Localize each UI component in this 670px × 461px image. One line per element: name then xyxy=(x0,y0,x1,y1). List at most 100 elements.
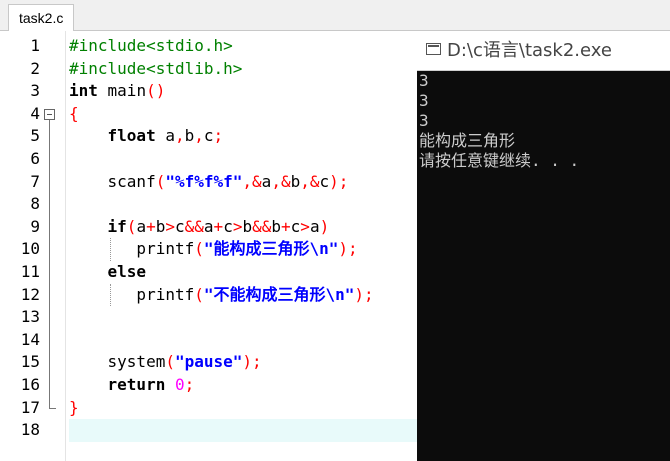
code-token: a xyxy=(136,216,147,236)
code-token: ); xyxy=(354,284,374,304)
code-token: ; xyxy=(213,126,224,146)
code-token: ,& xyxy=(271,171,291,191)
code-token: if xyxy=(107,216,127,236)
code-line[interactable]: #include<stdio.h> xyxy=(69,35,233,58)
line-number: 17 xyxy=(20,397,40,417)
code-token: , xyxy=(194,126,204,146)
code-line[interactable]: system("pause"); xyxy=(69,351,262,374)
console-output-line: 3 xyxy=(419,111,429,130)
console-output-line: 请按任意键继续. . . xyxy=(419,151,580,170)
code-line[interactable]: return 0; xyxy=(69,374,195,397)
console-window[interactable]: D:\c语言\task2.exe 3 3 3 能构成三角形 请按任意键继续. . . xyxy=(417,31,670,461)
code-token: { xyxy=(69,103,79,123)
line-number: 18 xyxy=(20,420,40,440)
fold-range-line xyxy=(49,119,50,408)
line-number: 12 xyxy=(20,284,40,304)
code-token: b xyxy=(271,216,282,236)
code-line[interactable]: #include<stdlib.h> xyxy=(69,58,242,81)
code-line[interactable]: } xyxy=(69,397,79,420)
code-token: ( xyxy=(194,239,204,259)
code-token: c xyxy=(290,216,301,236)
line-number: 6 xyxy=(30,149,40,168)
code-token: "pause" xyxy=(174,352,243,372)
console-window-icon xyxy=(426,43,441,55)
line-number: 7 xyxy=(30,171,40,191)
code-line[interactable]: else xyxy=(69,261,147,284)
code-token: } xyxy=(69,397,79,417)
code-token: a xyxy=(261,171,272,191)
fold-toggle-icon[interactable] xyxy=(44,108,55,120)
code-token: + xyxy=(146,216,156,236)
code-token: printf xyxy=(69,284,195,304)
line-number: 16 xyxy=(20,375,40,394)
tab-task2-c[interactable]: task2.c xyxy=(8,4,75,31)
code-token: int xyxy=(69,81,98,101)
code-token: a xyxy=(309,216,320,236)
console-output-line: 能构成三角形 xyxy=(419,131,516,150)
code-token: b xyxy=(184,126,195,146)
line-number: 2 xyxy=(30,58,40,78)
line-number: 5 xyxy=(30,126,40,146)
code-token: ); xyxy=(338,239,358,259)
code-line[interactable]: { xyxy=(69,103,79,126)
code-token: + xyxy=(281,216,291,236)
code-token: #include<stdlib.h> xyxy=(69,58,243,78)
code-token: "能构成三角形\n" xyxy=(203,239,339,259)
code-token: , xyxy=(174,126,185,146)
line-number: 15 xyxy=(20,352,40,372)
code-token: > xyxy=(165,216,175,236)
fold-end-marker xyxy=(49,407,56,409)
code-line[interactable]: printf("能构成三角形\n"); xyxy=(69,238,358,261)
code-line[interactable]: printf("不能构成三角形\n"); xyxy=(69,284,374,307)
editor-tab-bar: task2.c xyxy=(0,0,670,31)
code-token: ( xyxy=(194,284,204,304)
code-token: c xyxy=(175,216,185,236)
code-token: ; xyxy=(184,375,195,394)
line-number-gutter: 1 2 3 4 5 6 7 8 9 10 11 12 13 14 15 16 17 18 xyxy=(0,31,66,461)
code-token: ,& xyxy=(242,171,262,191)
code-token: main xyxy=(97,81,147,101)
code-token: && xyxy=(252,216,272,236)
console-output-line: 3 xyxy=(419,71,429,90)
code-token: ,& xyxy=(300,171,320,191)
code-token: system xyxy=(69,352,166,372)
code-token: ( xyxy=(155,171,166,191)
code-token: b xyxy=(155,216,166,236)
code-token: 0 xyxy=(174,375,185,394)
code-token: float xyxy=(107,126,156,146)
code-token: && xyxy=(184,216,204,236)
code-token: c xyxy=(203,126,214,146)
code-token: c xyxy=(319,171,330,191)
code-token: a xyxy=(203,216,214,236)
code-token: ); xyxy=(329,171,349,191)
console-output: 3 3 3 能构成三角形 请按任意键继续. . . xyxy=(417,71,670,461)
line-number: 9 xyxy=(30,216,40,236)
code-line[interactable]: float a,b,c; xyxy=(69,125,224,148)
code-line[interactable]: if(a+b>c&&a+c>b&&b+c>a) xyxy=(69,216,330,239)
code-token: "不能构成三角形\n" xyxy=(203,284,355,304)
code-token: a xyxy=(155,126,175,146)
line-number: 1 xyxy=(30,36,40,55)
code-token: ( xyxy=(165,352,175,372)
code-token: ); xyxy=(242,352,262,372)
line-number: 8 xyxy=(30,194,40,214)
line-number: 11 xyxy=(20,262,40,281)
line-number: 13 xyxy=(20,307,40,327)
code-token: b xyxy=(290,171,301,191)
code-token: scanf xyxy=(69,171,156,191)
current-line-highlight xyxy=(69,419,419,442)
code-line[interactable]: int main() xyxy=(69,80,165,103)
console-title-bar[interactable]: D:\c语言\task2.exe xyxy=(417,31,670,71)
code-token: printf xyxy=(69,239,195,259)
code-token: + xyxy=(213,216,224,236)
code-line[interactable]: scanf("%f%f%f",&a,&b,&c); xyxy=(69,171,349,194)
code-token: () xyxy=(146,81,166,101)
line-number: 14 xyxy=(20,329,40,349)
line-number: 10 xyxy=(20,239,40,259)
code-token: ) xyxy=(319,216,330,236)
line-number: 3 xyxy=(30,81,40,101)
